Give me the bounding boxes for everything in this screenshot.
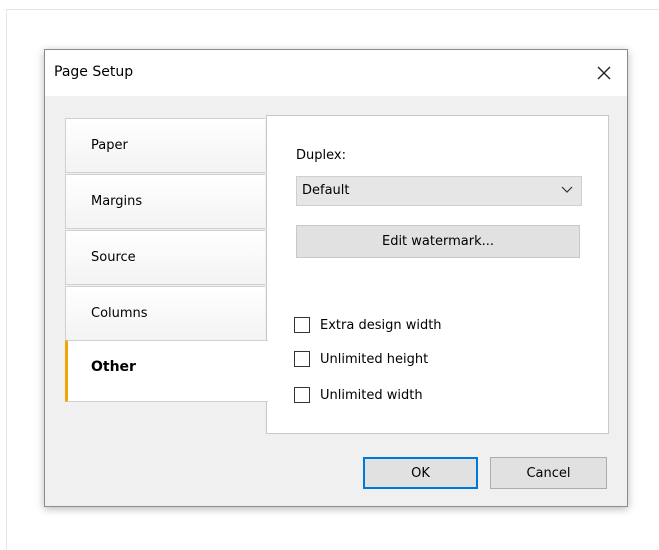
- tab-label: Paper: [91, 138, 128, 153]
- tab-label: Source: [91, 250, 136, 265]
- cancel-button[interactable]: Cancel: [490, 457, 607, 489]
- dialog-title: Page Setup: [54, 64, 134, 80]
- edit-watermark-button[interactable]: Edit watermark...: [296, 225, 580, 258]
- checkbox-box[interactable]: [294, 317, 310, 333]
- ok-label: OK: [411, 465, 430, 481]
- ok-button[interactable]: OK: [363, 457, 478, 489]
- tab-label: Columns: [91, 306, 148, 321]
- tab-label: Margins: [91, 194, 143, 209]
- cancel-label: Cancel: [526, 465, 571, 481]
- close-button[interactable]: [581, 50, 627, 96]
- checkbox-label: Unlimited height: [320, 351, 429, 367]
- unlimited-width-checkbox[interactable]: Unlimited width: [294, 385, 423, 405]
- extra-design-width-checkbox[interactable]: Extra design width: [294, 315, 442, 335]
- duplex-label: Duplex:: [296, 148, 346, 163]
- tab-label: Other: [91, 359, 136, 375]
- checkbox-label: Extra design width: [320, 317, 442, 333]
- tab-columns[interactable]: Columns: [65, 286, 265, 341]
- other-settings-panel: Duplex: Default Edit watermark... Extra …: [266, 115, 609, 434]
- tab-other[interactable]: Other: [65, 340, 268, 402]
- dialog-titlebar: Page Setup: [45, 50, 627, 96]
- close-icon: [597, 66, 611, 80]
- tab-source[interactable]: Source: [65, 230, 265, 285]
- checkbox-box[interactable]: [294, 387, 310, 403]
- tab-paper[interactable]: Paper: [65, 118, 265, 173]
- page-setup-dialog: Page Setup Paper Margins Source Columns …: [44, 49, 628, 507]
- checkbox-label: Unlimited width: [320, 387, 423, 403]
- unlimited-height-checkbox[interactable]: Unlimited height: [294, 349, 428, 369]
- edit-watermark-label: Edit watermark...: [381, 234, 495, 249]
- duplex-select[interactable]: Default: [296, 176, 582, 206]
- duplex-selected-value: Default: [302, 183, 350, 198]
- tab-margins[interactable]: Margins: [65, 174, 265, 229]
- chevron-down-icon: [561, 186, 573, 193]
- checkbox-box[interactable]: [294, 351, 310, 367]
